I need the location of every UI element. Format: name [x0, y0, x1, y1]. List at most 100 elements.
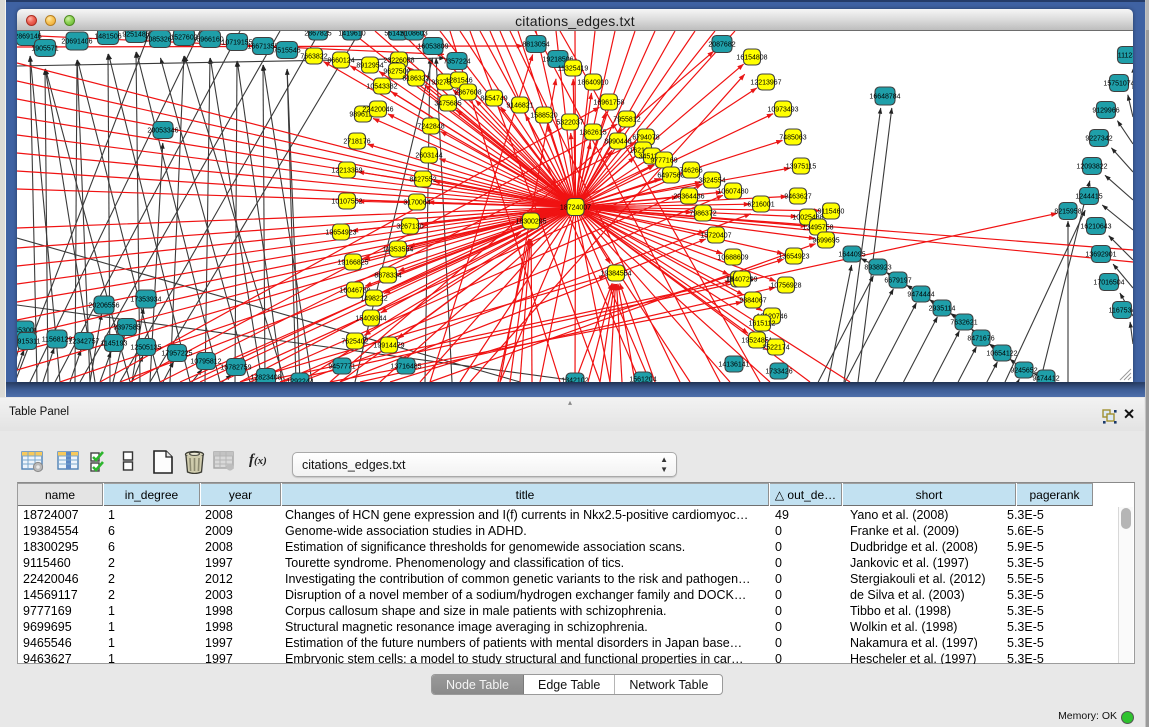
svg-text:1342102: 1342102 — [561, 378, 588, 383]
svg-text:1419610: 1419610 — [338, 31, 365, 38]
svg-text:1527602: 1527602 — [170, 35, 197, 42]
svg-text:20053346: 20053346 — [147, 128, 178, 135]
svg-text:1167534: 1167534 — [1109, 308, 1133, 315]
svg-text:13716485: 13716485 — [390, 364, 421, 371]
svg-text:16154808: 16154808 — [736, 55, 767, 62]
svg-text:12213369: 12213369 — [331, 168, 362, 175]
svg-text:5322037: 5322037 — [556, 120, 583, 127]
svg-text:2087682: 2087682 — [708, 42, 735, 49]
svg-text:8454749: 8454749 — [480, 96, 507, 103]
svg-text:9397585: 9397585 — [113, 325, 140, 332]
svg-text:6794078: 6794078 — [632, 135, 659, 142]
svg-text:10795812: 10795812 — [190, 359, 221, 366]
svg-text:16782759: 16782759 — [220, 365, 251, 372]
svg-text:9245652: 9245652 — [1010, 368, 1037, 375]
svg-text:12213967: 12213967 — [750, 80, 781, 87]
svg-text:1481506: 1481506 — [94, 34, 121, 41]
svg-text:1905571: 1905571 — [31, 46, 58, 53]
svg-text:8660124: 8660124 — [327, 58, 354, 65]
svg-text:10688609: 10688609 — [717, 255, 748, 262]
svg-text:5108603: 5108603 — [400, 31, 427, 38]
svg-text:8878334: 8878334 — [374, 273, 401, 280]
svg-text:1362615: 1362615 — [579, 130, 606, 137]
svg-text:2522174: 2522174 — [762, 345, 789, 352]
svg-text:8990448: 8990448 — [604, 139, 631, 146]
svg-text:10543382: 10543382 — [366, 84, 397, 91]
svg-text:17957225: 17957225 — [161, 351, 192, 358]
svg-text:2603144: 2603144 — [415, 153, 442, 160]
svg-text:1561204: 1561204 — [629, 377, 656, 383]
svg-text:15409344: 15409344 — [355, 316, 386, 323]
svg-text:9627500: 9627500 — [383, 69, 410, 76]
svg-text:9129966: 9129966 — [1092, 108, 1119, 115]
svg-text:16961758: 16961758 — [593, 100, 624, 107]
svg-text:1145193: 1145193 — [101, 341, 128, 348]
svg-text:9777169: 9777169 — [650, 158, 677, 165]
svg-text:9384067: 9384067 — [739, 298, 766, 305]
svg-text:6966160: 6966160 — [196, 37, 223, 44]
svg-text:10107552: 10107552 — [331, 199, 362, 206]
svg-text:12342757: 12342757 — [68, 339, 99, 346]
svg-text:20691406: 20691406 — [61, 39, 92, 46]
svg-text:18300295: 18300295 — [515, 219, 546, 226]
svg-text:10756928: 10756928 — [770, 283, 801, 290]
svg-text:7357224: 7357224 — [443, 59, 470, 66]
svg-text:8427552: 8427552 — [409, 177, 436, 184]
svg-text:11353594: 11353594 — [383, 247, 414, 254]
svg-text:19166825: 19166825 — [337, 260, 368, 267]
svg-text:13975115: 13975115 — [786, 164, 817, 171]
svg-text:20206556: 20206556 — [88, 303, 119, 310]
svg-text:1292244: 1292244 — [286, 379, 313, 383]
svg-text:14136141: 14136141 — [718, 362, 749, 369]
svg-text:8938923: 8938923 — [864, 265, 891, 272]
svg-text:8813054: 8813054 — [522, 42, 549, 49]
svg-text:1588520: 1588520 — [530, 113, 557, 120]
svg-text:2718176: 2718176 — [343, 139, 370, 146]
svg-text:7485063: 7485063 — [779, 135, 806, 142]
svg-text:6679197: 6679197 — [884, 278, 911, 285]
svg-text:3475685: 3475685 — [434, 101, 461, 108]
svg-text:7955812: 7955812 — [613, 117, 640, 124]
svg-text:8471676: 8471676 — [967, 336, 994, 343]
svg-text:16648784: 16648784 — [869, 94, 900, 101]
svg-text:13654923: 13654923 — [778, 254, 809, 261]
svg-text:9227342: 9227342 — [1085, 136, 1112, 143]
svg-text:1733426: 1733426 — [765, 369, 792, 376]
svg-text:7986372: 7986372 — [689, 211, 716, 218]
svg-text:20364436: 20364436 — [673, 194, 704, 201]
svg-text:1244415: 1244415 — [1075, 194, 1102, 201]
svg-text:12505135: 12505135 — [130, 345, 161, 352]
svg-text:7242848: 7242848 — [417, 124, 444, 131]
svg-text:1498222: 1498222 — [360, 296, 387, 303]
svg-text:18407299: 18407299 — [726, 277, 757, 284]
svg-text:9457771: 9457771 — [328, 364, 355, 371]
svg-text:7625402: 7625402 — [341, 339, 368, 346]
svg-text:9463627: 9463627 — [784, 194, 811, 201]
svg-text:3267130: 3267130 — [396, 224, 423, 231]
svg-text:13692901: 13692901 — [1085, 252, 1116, 259]
svg-text:10654122: 10654122 — [986, 351, 1017, 358]
svg-text:8912954: 8912954 — [356, 63, 383, 70]
svg-text:15720407: 15720407 — [700, 233, 731, 240]
svg-text:22420046: 22420046 — [362, 107, 393, 114]
svg-text:16210643: 16210643 — [1080, 224, 1111, 231]
svg-text:9474412: 9474412 — [1032, 376, 1059, 383]
svg-text:9474444: 9474444 — [907, 292, 934, 299]
svg-text:8186323: 8186323 — [402, 76, 429, 83]
svg-text:7663822: 7663822 — [300, 54, 327, 61]
svg-text:11123: 11123 — [1118, 53, 1133, 60]
svg-text:3170064: 3170064 — [403, 200, 430, 207]
svg-text:1281546: 1281546 — [445, 78, 472, 85]
svg-text:746266: 746266 — [679, 168, 702, 175]
svg-text:2867608: 2867608 — [454, 90, 481, 97]
svg-text:2867825: 2867825 — [304, 31, 331, 38]
svg-text:9699695: 9699695 — [812, 238, 839, 245]
svg-text:18640910: 18640910 — [577, 80, 608, 87]
svg-text:1615112: 1615112 — [749, 321, 776, 328]
svg-text:19914479: 19914479 — [373, 343, 404, 350]
svg-text:3915311: 3915311 — [17, 339, 40, 346]
svg-text:19384554: 19384554 — [600, 271, 631, 278]
svg-text:7632621: 7632621 — [950, 320, 977, 327]
svg-text:19654923: 19654923 — [325, 230, 356, 237]
svg-text:3824554: 3824554 — [698, 178, 725, 185]
